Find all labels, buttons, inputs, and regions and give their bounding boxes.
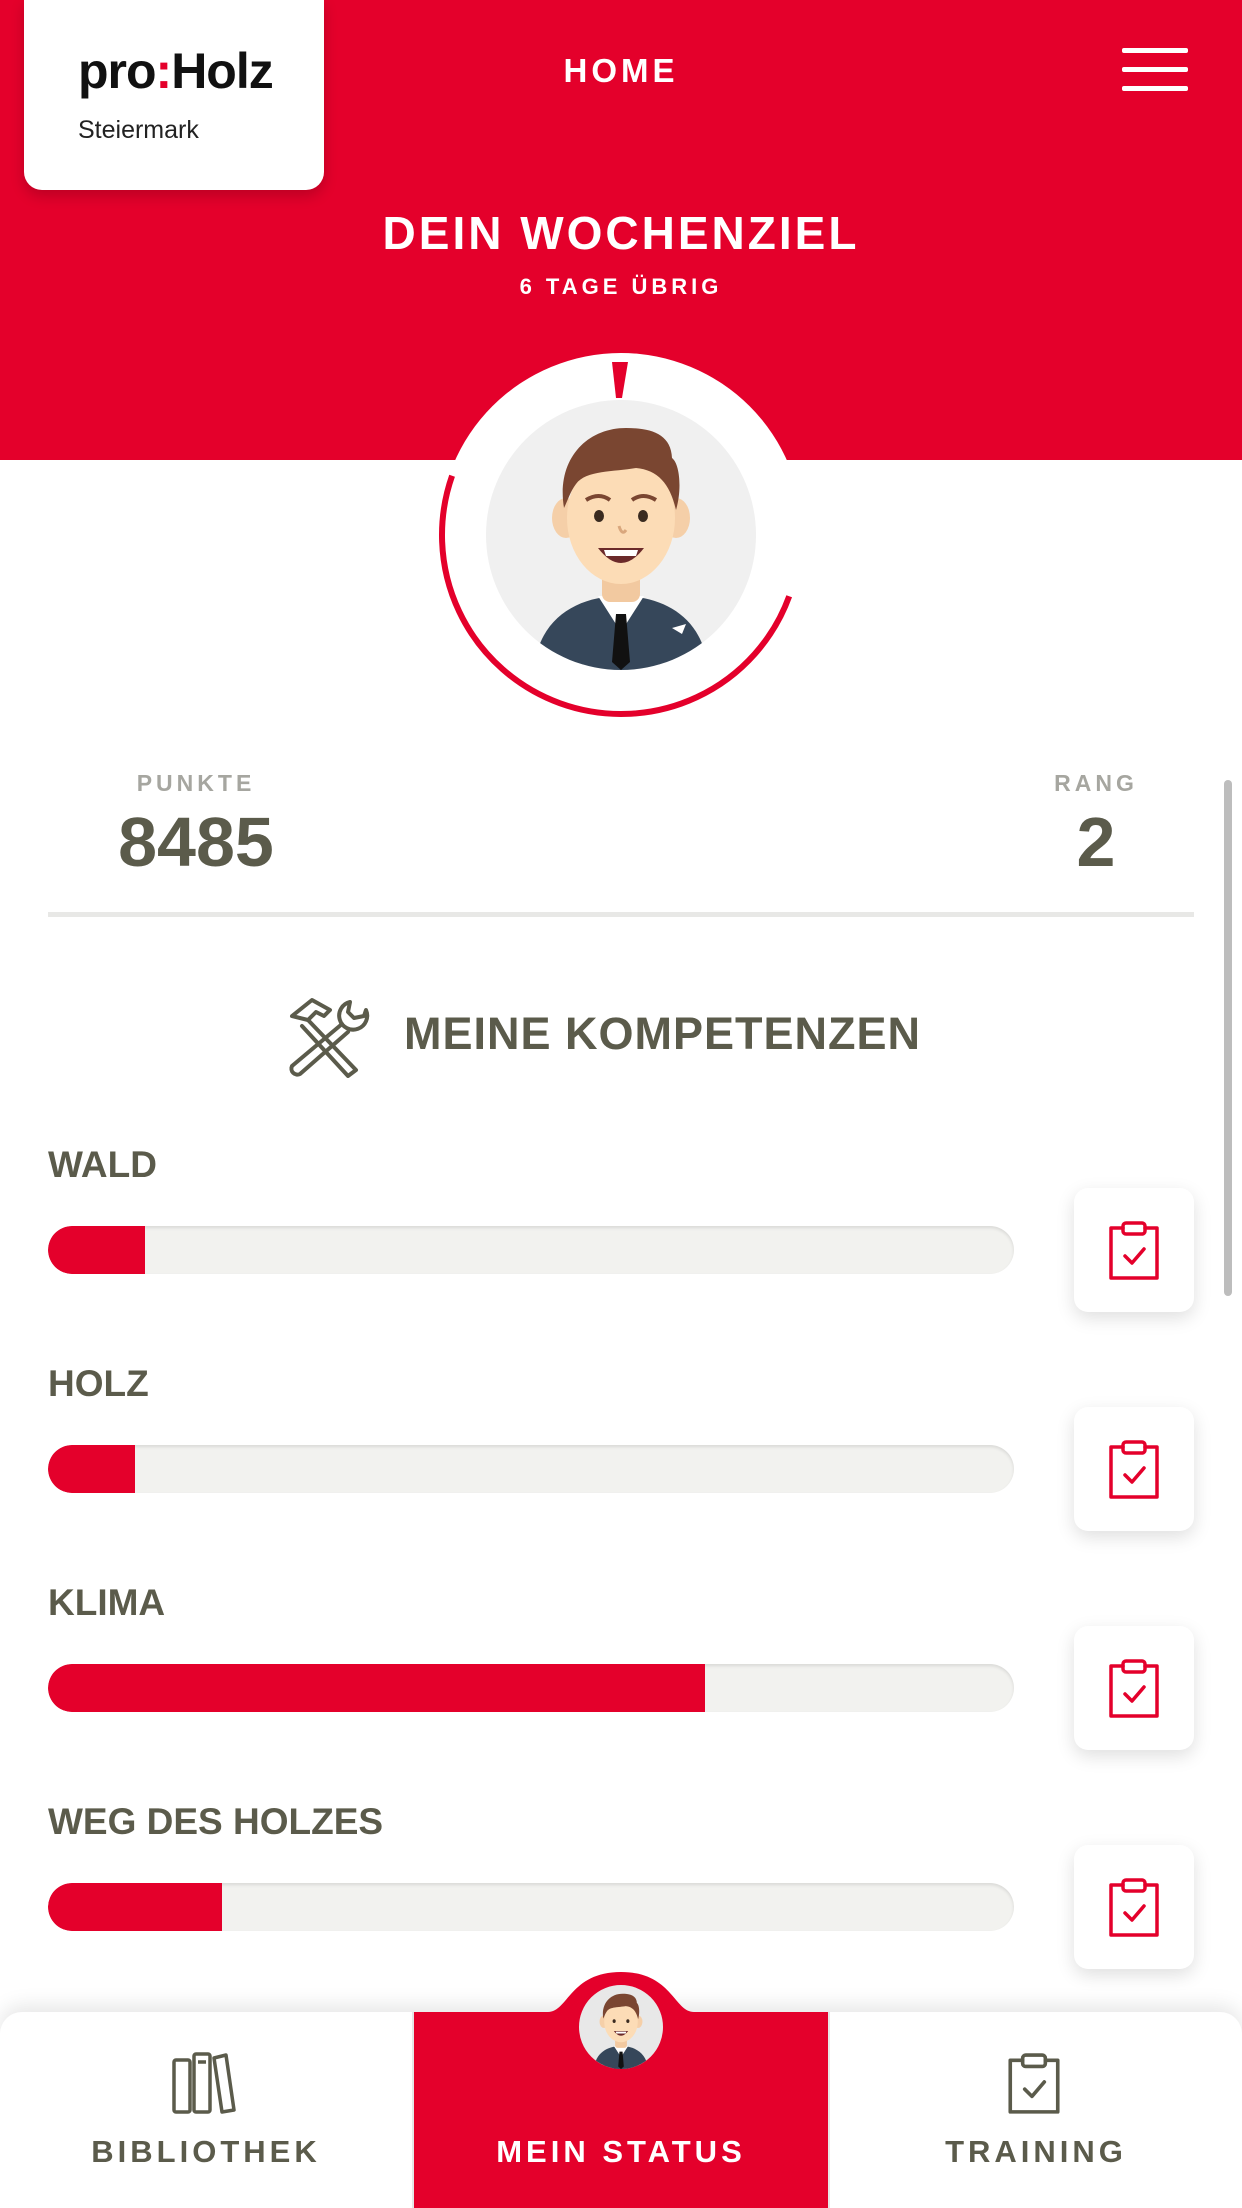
competency-label-klima: KLIMA [48,1582,166,1623]
test-button-weg-des-holzes[interactable] [1074,1845,1194,1969]
hamburger-menu-icon[interactable] [1122,48,1188,92]
progress-bar-wald [48,1226,1014,1274]
clipboard-check-icon [1109,1440,1159,1499]
competency-label-holz: HOLZ [48,1363,149,1404]
tab-training[interactable]: TRAINING [830,2012,1242,2208]
divider [48,912,1194,917]
rank-value: 2 [1076,803,1116,881]
books-icon [172,2052,236,2114]
progress-fill [48,1445,135,1493]
tools-icon [289,998,370,1078]
tab-label-training: TRAINING [945,2134,1127,2169]
competency-label-wald: WALD [48,1144,157,1185]
logo[interactable]: pro:Holz Steiermark [24,0,324,190]
tab-label-mein-status: MEIN STATUS [496,2134,746,2169]
points-label: PUNKTE [136,770,256,796]
avatar[interactable] [574,1980,668,2074]
rank-label: RANG [1054,770,1138,796]
user-avatar-icon [593,1993,649,2069]
divider [828,2012,830,2208]
progress-bar-klima [48,1664,1014,1712]
progress-fill [48,1664,705,1712]
tab-bibliothek[interactable]: BIBLIOTHEK [0,2012,412,2208]
user-avatar-icon [534,428,708,670]
clipboard-check-icon [1109,1221,1159,1280]
progress-bar-holz [48,1445,1014,1493]
competencies-title: MEINE KOMPETENZEN [404,1008,922,1059]
progress-bar-weg-des-holzes [48,1883,1014,1931]
scrollbar[interactable] [1224,780,1232,1296]
weekly-goal-subtitle: 6 TAGE ÜBRIG [519,274,723,299]
logo-subtitle: Steiermark [78,116,199,144]
tab-label-bibliothek: BIBLIOTHEK [91,2134,321,2169]
progress-fill [48,1883,222,1931]
test-button-wald[interactable] [1074,1188,1194,1312]
test-button-holz[interactable] [1074,1407,1194,1531]
clipboard-check-icon [1109,1659,1159,1718]
weekly-goal-title: DEIN WOCHENZIEL [382,207,860,259]
test-button-klima[interactable] [1074,1626,1194,1750]
clipboard-check-icon [1008,2053,1060,2114]
progress-fill [48,1226,145,1274]
divider [412,2012,414,2208]
page-title: HOME [563,52,679,89]
competency-label-weg-des-holzes: WEG DES HOLZES [48,1801,384,1842]
points-value: 8485 [118,803,274,881]
clipboard-check-icon [1109,1878,1159,1937]
avatar[interactable] [486,400,756,670]
